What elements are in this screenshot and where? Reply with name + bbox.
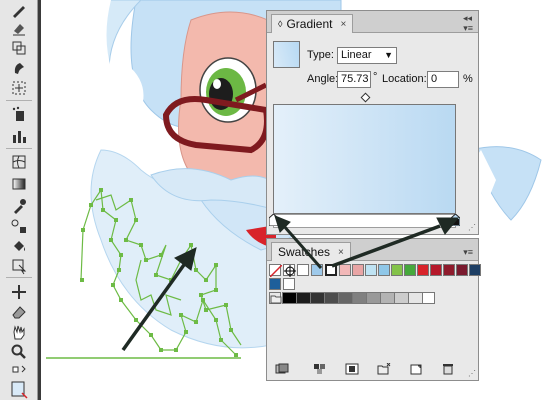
color-swatch[interactable] bbox=[283, 278, 295, 290]
warp-tool-icon[interactable] bbox=[2, 58, 36, 78]
tab-swatches[interactable]: Swatches × bbox=[271, 242, 351, 261]
chevron-down-icon: ▼ bbox=[384, 50, 393, 60]
slice-tool-icon[interactable] bbox=[2, 282, 36, 302]
gradient-stop-end[interactable] bbox=[450, 213, 461, 227]
none-swatch[interactable] bbox=[269, 264, 283, 278]
percent-symbol: % bbox=[463, 73, 473, 85]
angle-label: Angle: bbox=[307, 73, 339, 85]
color-swatch[interactable] bbox=[378, 264, 390, 276]
gradient-stop-start[interactable] bbox=[268, 213, 279, 227]
grayscale-swatch-group bbox=[282, 292, 435, 304]
new-swatch-icon[interactable] bbox=[409, 363, 423, 375]
type-select[interactable]: Linear ▼ bbox=[337, 47, 397, 64]
gray-swatch[interactable] bbox=[325, 293, 339, 303]
symbol-sprayer-tool-icon[interactable] bbox=[2, 104, 36, 124]
scale-tool-icon[interactable] bbox=[2, 38, 36, 58]
tool-separator bbox=[6, 277, 32, 278]
gradient-midpoint-diamond[interactable] bbox=[360, 92, 371, 103]
swatches-panel: Swatches × ▾≡ ⋰ bbox=[266, 238, 481, 381]
gradient-panel: ◊ Gradient × ◂◂ ▾≡ Type: Linear ▼ Angle:… bbox=[266, 10, 479, 235]
panel-menu-icon[interactable]: ▾≡ bbox=[463, 23, 473, 34]
zoom-tool-icon[interactable] bbox=[2, 342, 36, 362]
gradient-slider-track[interactable] bbox=[273, 214, 456, 228]
new-color-group-icon[interactable] bbox=[377, 363, 391, 375]
color-swatch[interactable] bbox=[469, 264, 481, 276]
angle-input[interactable]: 75.73 bbox=[337, 71, 371, 88]
live-paint-bucket-tool-icon[interactable] bbox=[2, 236, 36, 256]
tool-separator bbox=[6, 148, 32, 149]
swatch-libraries-icon[interactable] bbox=[275, 363, 289, 375]
show-kinds-icon[interactable] bbox=[313, 363, 327, 375]
swatch-options-icon[interactable] bbox=[345, 363, 359, 375]
gradient-swatch[interactable] bbox=[311, 264, 323, 276]
gray-swatch[interactable] bbox=[283, 293, 297, 303]
selected-swatch[interactable] bbox=[325, 264, 337, 276]
white-swatch[interactable] bbox=[297, 264, 309, 276]
gradient-tab-label: Gradient bbox=[286, 17, 333, 31]
tab-gradient[interactable]: ◊ Gradient × bbox=[271, 14, 354, 33]
color-swatch[interactable] bbox=[339, 264, 351, 276]
tool-separator bbox=[6, 100, 32, 101]
color-swatch[interactable] bbox=[430, 264, 442, 276]
type-label: Type: bbox=[307, 49, 334, 61]
gradient-tool-icon[interactable] bbox=[2, 174, 36, 194]
location-label: Location: bbox=[382, 73, 427, 85]
gradient-preview-area bbox=[273, 104, 456, 214]
pencil-tool-icon[interactable] bbox=[2, 0, 36, 20]
gray-swatch[interactable] bbox=[353, 293, 367, 303]
live-paint-selection-tool-icon[interactable] bbox=[2, 256, 36, 276]
tab-grip-icon: ◊ bbox=[278, 19, 283, 29]
registration-swatch[interactable] bbox=[283, 264, 296, 277]
fill-stroke-swatch-icon[interactable] bbox=[2, 380, 36, 400]
gray-swatch[interactable] bbox=[381, 293, 395, 303]
location-input[interactable]: 0 bbox=[427, 71, 459, 88]
swap-fill-stroke-icon[interactable] bbox=[2, 362, 36, 382]
eraser-tool-icon[interactable] bbox=[2, 18, 36, 38]
gray-swatch[interactable] bbox=[311, 293, 325, 303]
gray-swatch[interactable] bbox=[423, 293, 434, 303]
gradient-panel-header: ◊ Gradient × ◂◂ ▾≡ bbox=[267, 11, 478, 33]
folder-icon[interactable] bbox=[269, 292, 282, 304]
column-graph-tool-icon[interactable] bbox=[2, 126, 36, 146]
swatches-panel-header: Swatches × ▾≡ bbox=[267, 239, 478, 261]
close-icon[interactable]: × bbox=[340, 19, 346, 30]
type-value: Linear bbox=[341, 49, 372, 61]
gray-swatch[interactable] bbox=[339, 293, 353, 303]
color-swatch[interactable] bbox=[365, 264, 377, 276]
color-swatch[interactable] bbox=[417, 264, 429, 276]
blend-tool-icon[interactable] bbox=[2, 216, 36, 236]
illustrator-workspace: ◊ Gradient × ◂◂ ▾≡ Type: Linear ▼ Angle:… bbox=[0, 0, 550, 400]
gray-swatch[interactable] bbox=[367, 293, 381, 303]
tools-panel bbox=[0, 0, 38, 400]
color-swatch[interactable] bbox=[456, 264, 468, 276]
color-swatch[interactable] bbox=[404, 264, 416, 276]
gray-swatch[interactable] bbox=[409, 293, 423, 303]
panel-menu-icon[interactable]: ▾≡ bbox=[463, 247, 473, 258]
free-transform-tool-icon[interactable] bbox=[2, 78, 36, 98]
degree-symbol: ° bbox=[373, 71, 378, 83]
close-icon[interactable]: × bbox=[338, 247, 344, 258]
color-swatch[interactable] bbox=[443, 264, 455, 276]
gradient-thumbnail[interactable] bbox=[273, 41, 300, 68]
swatches-tab-label: Swatches bbox=[278, 245, 331, 259]
gray-swatch[interactable] bbox=[297, 293, 311, 303]
color-swatch[interactable] bbox=[269, 278, 281, 290]
resize-grip-icon[interactable]: ⋰ bbox=[468, 369, 476, 378]
toolbar-divider bbox=[38, 0, 41, 400]
delete-swatch-icon[interactable] bbox=[441, 363, 455, 375]
mesh-tool-icon[interactable] bbox=[2, 152, 36, 172]
color-swatch[interactable] bbox=[352, 264, 364, 276]
color-swatch[interactable] bbox=[391, 264, 403, 276]
eraser-icon[interactable] bbox=[2, 302, 36, 322]
eyedropper-tool-icon[interactable] bbox=[2, 196, 36, 216]
hand-tool-icon[interactable] bbox=[2, 322, 36, 342]
resize-grip-icon[interactable]: ⋰ bbox=[468, 223, 476, 232]
gray-swatch[interactable] bbox=[395, 293, 409, 303]
